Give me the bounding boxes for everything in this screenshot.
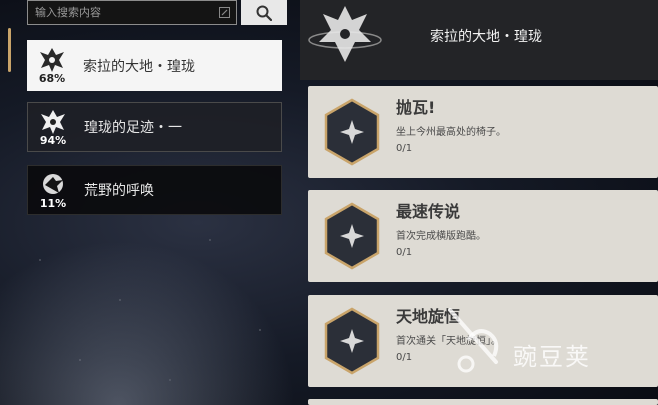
region-item-footprints[interactable]: 94% 瑝珑的足迹・一 [27, 102, 282, 152]
star-badge-icon [324, 98, 380, 166]
achievement-progress: 0/1 [396, 352, 413, 363]
achievement-card[interactable]: 抛瓦! 坐上今州最高处的椅子。 0/1 [308, 86, 658, 178]
search-input[interactable] [28, 1, 236, 24]
region-name: 瑝珑的足迹・一 [84, 120, 182, 136]
watermark-text: 豌豆荚 [513, 343, 591, 371]
region-icon: 68% [27, 41, 77, 91]
search-box [27, 0, 237, 25]
region-icon: 11% [28, 165, 78, 215]
region-item-sola-land[interactable]: 68% 索拉的大地・瑝珑 [27, 40, 282, 91]
region-item-wild-call[interactable]: 11% 荒野的呼唤 [27, 165, 282, 215]
region-name: 索拉的大地・瑝珑 [83, 58, 195, 75]
region-icon: 94% [28, 102, 78, 152]
region-name: 荒野的呼唤 [84, 183, 154, 199]
dragon-head-icon [41, 109, 65, 134]
region-list-panel: 68% 索拉的大地・瑝珑 94% 瑝珑的足迹・一 11% 荒野的呼唤 [0, 0, 296, 405]
achievement-description: 首次完成横版跑酷。 [396, 231, 486, 242]
region-progress: 94% [39, 133, 67, 147]
category-title: 索拉的大地・瑝珑 [430, 29, 542, 45]
achievement-progress: 0/1 [396, 247, 413, 258]
search-button[interactable] [241, 0, 287, 25]
achievement-card[interactable]: 最速传说 首次完成横版跑酷。 0/1 [308, 190, 658, 282]
search-icon [256, 5, 272, 21]
achievement-description: 坐上今州最高处的椅子。 [396, 127, 506, 138]
dragon-emblem-icon [308, 6, 382, 62]
achievement-title: 抛瓦! [396, 98, 436, 117]
achievement-progress: 0/1 [396, 143, 413, 154]
bird-emblem-icon [43, 173, 63, 194]
star-badge-icon [324, 202, 380, 270]
region-progress: 11% [39, 196, 67, 210]
achievement-card-partial[interactable] [308, 399, 658, 405]
panel-glow [0, 240, 296, 405]
region-progress: 68% [38, 72, 66, 85]
dragon-head-icon [40, 48, 64, 72]
list-scroll-indicator[interactable] [8, 28, 11, 72]
edit-icon[interactable] [219, 7, 230, 18]
achievement-title: 最速传说 [396, 202, 461, 221]
star-badge-icon [324, 307, 380, 375]
